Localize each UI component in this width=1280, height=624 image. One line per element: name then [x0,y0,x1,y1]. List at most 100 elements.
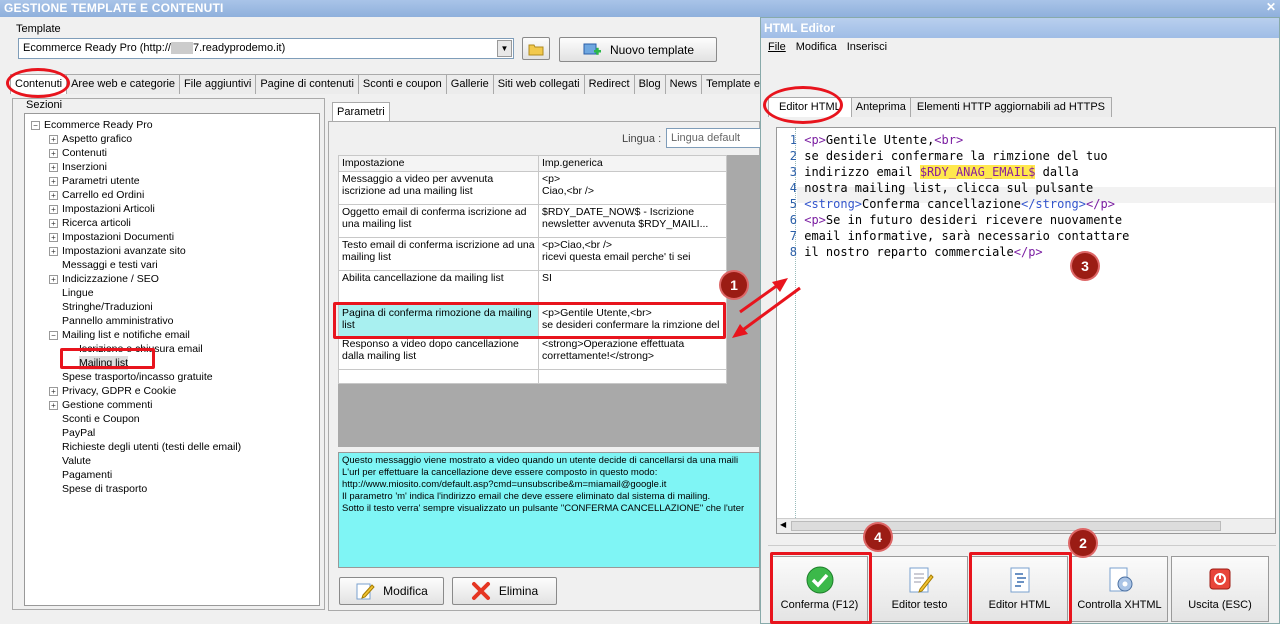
tree-item[interactable]: Spese trasporto/incasso gratuite [62,370,213,384]
tree-item[interactable]: + Aspetto grafico [49,132,132,146]
grid-header: Imp.generica [538,155,727,172]
expand-icon[interactable]: + [49,232,58,242]
menu-modifica[interactable]: Modifica [796,41,837,53]
collapse-icon[interactable]: − [49,330,58,340]
tree-item[interactable]: Valute [62,454,91,468]
expand-icon[interactable]: + [49,218,58,228]
expand-icon[interactable]: + [49,246,58,256]
tree-item[interactable]: Richieste degli utenti (testi delle emai… [62,440,241,454]
code-content[interactable]: 1 <p>Gentile Utente,<br> 2 se desideri c… [781,132,1130,260]
grid-cell[interactable]: <p> Ciao,<br /> [538,171,727,205]
expand-icon[interactable]: + [49,162,58,172]
tree-item[interactable]: Pannello amministrativo [62,314,173,328]
tree-item[interactable]: + Parametri utente [49,174,140,188]
tab-pagine-contenuti[interactable]: Pagine di contenuti [255,74,359,94]
tab-gallerie[interactable]: Gallerie [445,74,494,94]
editor-menu: File Modifica Inserisci [768,41,887,53]
tree-item[interactable]: + Privacy, GDPR e Cookie [49,384,176,398]
menu-file[interactable]: File [768,41,786,53]
scroll-thumb[interactable] [791,521,1221,531]
text-edit-icon [909,567,934,593]
tree-item[interactable]: + Impostazioni avanzate sito [49,244,186,258]
grid-cell[interactable]: <strong>Operazione effettuata correttame… [538,336,727,370]
tree-root[interactable]: − Ecommerce Ready Pro [31,118,153,132]
tree-item[interactable]: − Mailing list e notifiche email [49,328,190,342]
chevron-down-icon[interactable]: ▼ [497,40,512,57]
tab-elementi-http[interactable]: Elementi HTTP aggiornabili ad HTTPS [909,97,1112,117]
tab-redirect[interactable]: Redirect [583,74,635,94]
uscita-button[interactable]: Uscita (ESC) [1171,556,1269,622]
horizontal-scrollbar[interactable]: ◀ [777,518,1275,533]
grid-cell[interactable] [538,369,727,384]
expand-icon[interactable]: + [49,134,58,144]
tab-sconti-coupon[interactable]: Sconti e coupon [357,74,447,94]
collapse-icon[interactable]: − [31,120,40,130]
tree-item[interactable]: Spese di trasporto [62,482,147,496]
lingua-select[interactable]: Lingua default [666,128,762,148]
modifica-button[interactable]: Modifica [339,577,444,605]
tree-item[interactable]: + Contenuti [49,146,107,160]
tab-parametri[interactable]: Parametri [332,102,390,122]
expand-icon[interactable]: + [49,274,58,284]
step-badge-4: 4 [865,524,891,550]
open-folder-button[interactable] [522,37,550,60]
grid-cell[interactable]: Responso a video dopo cancellazione dall… [338,336,539,370]
tab-blog[interactable]: Blog [633,74,666,94]
power-icon [1209,568,1231,590]
grid-cell[interactable]: SI [538,270,727,304]
scroll-left-icon[interactable]: ◀ [780,520,786,529]
window-title: GESTIONE TEMPLATE E CONTENUTI [0,0,1280,17]
tab-news[interactable]: News [664,74,703,94]
grid-header: Impostazione [338,155,539,172]
tree-item[interactable]: + Carrello ed Ordini [49,188,144,202]
tab-file-aggiuntivi[interactable]: File aggiuntivi [179,74,257,94]
params-grid: Impostazione Imp.generica Messaggio a vid… [338,155,727,384]
grid-cell[interactable]: Testo email di conferma iscrizione ad un… [338,237,539,271]
menu-inserisci[interactable]: Inserisci [847,41,887,53]
tab-template[interactable]: Template e [701,74,765,94]
code-editor[interactable]: 1 <p>Gentile Utente,<br> 2 se desideri c… [776,127,1276,534]
grid-cell[interactable]: Oggetto email di conferma iscrizione ad … [338,204,539,238]
edit-icon [356,583,375,600]
tab-aree-web[interactable]: Aree web e categorie [66,74,181,94]
editor-testo-button[interactable]: Editor testo [871,556,968,622]
tree-item[interactable]: + Ricerca articoli [49,216,131,230]
tree-item[interactable]: Lingue [62,286,94,300]
template-select[interactable]: Ecommerce Ready Pro (http://xxxx7.readyp… [18,38,514,59]
folder-icon [528,44,544,55]
expand-icon[interactable]: + [49,204,58,214]
tree-item[interactable]: PayPal [62,426,95,440]
grid-cell[interactable]: Abilita cancellazione da mailing list [338,270,539,304]
tree-item[interactable]: + Indicizzazione / SEO [49,272,159,286]
tree-item[interactable]: Pagamenti [62,468,112,482]
grid-cell[interactable] [338,369,539,384]
controlla-xhtml-button[interactable]: Controlla XHTML [1071,556,1168,622]
expand-icon[interactable]: + [49,176,58,186]
tab-siti-collegati[interactable]: Siti web collegati [492,74,585,94]
tree-item[interactable]: + Impostazioni Documenti [49,230,174,244]
new-template-button[interactable]: Nuovo template [559,37,717,62]
tree-item[interactable]: Messaggi e testi vari [62,258,158,272]
grid-cell[interactable]: <p>Ciao,<br /> ricevi questa email perch… [538,237,727,271]
grid-area: Impostazione Imp.generica Messaggio a vid… [338,155,760,447]
tree-item[interactable]: + Gestione commenti [49,398,152,412]
step-badge-2: 2 [1070,530,1096,556]
grid-cell[interactable]: $RDY_DATE_NOW$ - Iscrizione newsletter a… [538,204,727,238]
step-badge-1: 1 [721,272,747,298]
tab-anteprima[interactable]: Anteprima [850,97,911,117]
add-template-icon [583,43,601,55]
main-tabs: Contenuti Aree web e categorie File aggi… [10,74,765,94]
elimina-button[interactable]: Elimina [452,577,557,605]
annotation-oval-editor-html [763,86,843,124]
expand-icon[interactable]: + [49,386,58,396]
tree-item[interactable]: Sconti e Coupon [62,412,140,426]
expand-icon[interactable]: + [49,190,58,200]
tree-item[interactable]: + Inserzioni [49,160,107,174]
step-badge-3: 3 [1072,253,1098,279]
tree-item[interactable]: Stringhe/Traduzioni [62,300,153,314]
tree-item[interactable]: + Impostazioni Articoli [49,202,155,216]
expand-icon[interactable]: + [49,400,58,410]
close-icon[interactable]: ✕ [1264,0,1278,14]
grid-cell[interactable]: Messaggio a video per avvenuta iscrizion… [338,171,539,205]
expand-icon[interactable]: + [49,148,58,158]
